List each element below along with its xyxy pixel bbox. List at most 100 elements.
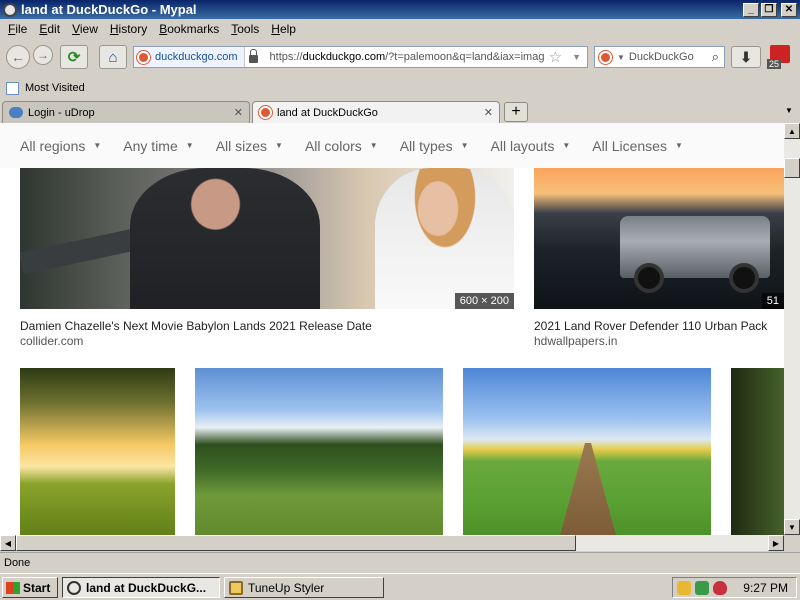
page-content: All regions ▼ Any time ▼ All sizes ▼ All co… <box>0 123 784 535</box>
image-detail <box>558 443 618 535</box>
taskbar-item-label: land at DuckDuckG... <box>86 580 207 595</box>
menu-file[interactable]: File <box>2 22 33 36</box>
image-result-babylon[interactable]: 600 × 200 <box>20 168 514 309</box>
image-dimensions-badge: 51 <box>761 293 784 309</box>
menu-edit[interactable]: Edit <box>33 22 66 36</box>
close-button[interactable]: ✕ <box>781 2 797 17</box>
image-detail <box>729 263 759 293</box>
menu-tools[interactable]: Tools <box>225 22 265 36</box>
address-bar[interactable]: duckduckgo.com https://duckduckgo.com/?t… <box>133 46 588 68</box>
search-engine-dropdown[interactable]: ▼ <box>617 53 625 62</box>
minimize-button[interactable]: _ <box>743 2 759 17</box>
image-detail <box>130 168 320 309</box>
title-bar: land at DuckDuckGo - Mypal _ ❐ ✕ <box>0 0 800 19</box>
search-placeholder: DuckDuckGo <box>628 51 694 63</box>
url-text[interactable]: https://duckduckgo.com/?t=palemoon&q=lan… <box>266 51 545 63</box>
udrop-cloud-icon <box>9 107 23 118</box>
filter-layouts[interactable]: All layouts ▼ <box>491 138 571 154</box>
tray-network-icon[interactable] <box>695 580 709 595</box>
back-button[interactable]: ← <box>6 45 30 69</box>
lock-icon <box>248 49 258 63</box>
restore-button[interactable]: ❐ <box>761 2 777 17</box>
result-source[interactable]: hdwallpapers.in <box>534 334 617 348</box>
image-result-dirt-path[interactable] <box>463 368 711 535</box>
search-icon[interactable]: ⌕ <box>712 49 719 65</box>
filter-sizes[interactable]: All sizes ▼ <box>216 138 283 154</box>
identity-domain: duckduckgo.com <box>155 51 238 63</box>
taskbar-item-tuneup[interactable]: TuneUp Styler <box>224 577 384 598</box>
navigation-toolbar: ← → ⟳ ⌂ duckduckgo.com https://duckduckg… <box>0 39 800 75</box>
system-tray: 9:27 PM <box>672 577 797 598</box>
filter-time[interactable]: Any time ▼ <box>123 138 193 154</box>
tab-land-duckduckgo[interactable]: land at DuckDuckGo ✕ <box>252 101 500 123</box>
search-bar[interactable]: ▼ DuckDuckGo ⌕ <box>594 46 725 68</box>
scroll-up-arrow-icon[interactable]: ▲ <box>784 123 800 139</box>
image-result-meadow-trees[interactable] <box>195 368 443 535</box>
chevron-down-icon: ▼ <box>562 141 571 150</box>
scrollbar-corner <box>784 535 800 551</box>
image-filter-bar: All regions ▼ Any time ▼ All sizes ▼ All co… <box>0 123 784 168</box>
result-source[interactable]: collider.com <box>20 334 83 348</box>
windows-logo-icon <box>6 581 20 594</box>
scroll-right-arrow-icon[interactable]: ▶ <box>768 535 784 551</box>
chevron-down-icon: ▼ <box>185 141 194 150</box>
image-detail <box>634 263 664 293</box>
tray-shield-icon[interactable] <box>713 580 727 595</box>
menu-bookmarks[interactable]: Bookmarks <box>153 22 225 36</box>
downloads-button[interactable]: ⬇ <box>731 46 761 68</box>
start-label: Start <box>23 580 51 595</box>
taskbar-item-browser[interactable]: land at DuckDuckG... <box>62 577 220 598</box>
mypal-app-icon <box>3 2 17 17</box>
scroll-left-arrow-icon[interactable]: ◀ <box>0 535 16 551</box>
addon-button[interactable]: 25 <box>767 45 793 69</box>
horizontal-scroll-thumb[interactable] <box>16 535 576 551</box>
tuneup-styler-icon <box>229 580 243 595</box>
image-result-field-sunset[interactable] <box>20 368 175 535</box>
close-tab-icon[interactable]: ✕ <box>234 106 243 119</box>
menu-history[interactable]: History <box>104 22 153 36</box>
vertical-scroll-thumb[interactable] <box>784 158 800 178</box>
start-button[interactable]: Start <box>2 577 58 598</box>
taskbar-item-label: TuneUp Styler <box>248 580 325 595</box>
tray-user-icon[interactable] <box>677 580 691 595</box>
chevron-down-icon: ▼ <box>275 141 283 150</box>
most-visited-icon <box>6 81 19 95</box>
chevron-down-icon: ▼ <box>93 141 102 150</box>
url-domain: duckduckgo.com <box>302 51 386 63</box>
filter-licenses[interactable]: All Licenses ▼ <box>592 138 683 154</box>
scroll-down-arrow-icon[interactable]: ▼ <box>784 519 800 535</box>
horizontal-scrollbar[interactable]: ◀ ▶ <box>0 535 784 551</box>
result-title[interactable]: 2021 Land Rover Defender 110 Urban Pack <box>534 319 767 333</box>
menu-view[interactable]: View <box>66 22 104 36</box>
forward-button[interactable]: → <box>33 45 53 65</box>
close-tab-icon[interactable]: ✕ <box>484 106 493 119</box>
addon-badge: 25 <box>767 59 782 69</box>
filter-regions[interactable]: All regions ▼ <box>20 138 101 154</box>
menu-help[interactable]: Help <box>265 22 302 36</box>
home-button[interactable]: ⌂ <box>99 45 127 69</box>
reload-button[interactable]: ⟳ <box>60 45 88 69</box>
image-result-partial[interactable] <box>731 368 784 535</box>
url-path: /?t=palemoon&q=land&iax=imag <box>385 51 545 63</box>
filter-types[interactable]: All types ▼ <box>400 138 469 154</box>
tab-title: Login - uDrop <box>28 106 95 119</box>
url-history-dropdown[interactable]: ▼ <box>566 52 587 62</box>
site-identity[interactable]: duckduckgo.com <box>134 47 245 67</box>
image-result-land-rover[interactable]: 51 <box>534 168 784 309</box>
chevron-down-icon: ▼ <box>369 141 378 150</box>
image-dimensions-badge: 600 × 200 <box>454 293 514 309</box>
vertical-scrollbar[interactable]: ▲ ▼ <box>784 123 800 535</box>
result-title[interactable]: Damien Chazelle's Next Movie Babylon Lan… <box>20 319 372 333</box>
bookmark-star-icon[interactable]: ☆ <box>545 48 566 66</box>
window-title: land at DuckDuckGo - Mypal <box>21 2 197 17</box>
url-prefix: https:// <box>269 51 303 63</box>
filter-colors[interactable]: All colors ▼ <box>305 138 378 154</box>
search-engine-icon[interactable] <box>599 50 612 64</box>
bookmark-most-visited[interactable]: Most Visited <box>25 82 85 94</box>
clock[interactable]: 9:27 PM <box>743 581 788 595</box>
tab-login-udrop[interactable]: Login - uDrop ✕ <box>2 101 250 123</box>
menu-bar: File Edit View History Bookmarks Tools H… <box>0 19 800 39</box>
tab-title: land at DuckDuckGo <box>277 106 378 119</box>
new-tab-button[interactable]: + <box>504 102 528 122</box>
tab-list-dropdown[interactable]: ▼ <box>785 106 793 115</box>
